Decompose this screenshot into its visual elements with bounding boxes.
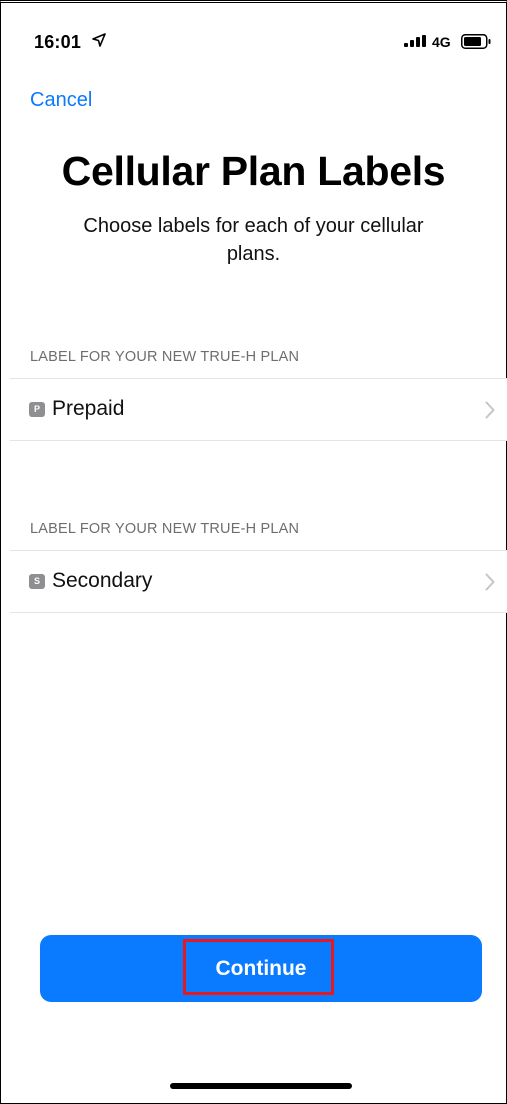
section-header-plan-2: LABEL FOR YOUR NEW TRUE-H PLAN — [30, 521, 300, 537]
network-type: 4G — [432, 34, 451, 50]
continue-button[interactable]: Continue — [40, 935, 482, 1002]
cancel-button[interactable]: Cancel — [30, 89, 92, 112]
continue-label: Continue — [215, 957, 307, 980]
location-icon — [92, 33, 106, 47]
page-title: Cellular Plan Labels — [61, 148, 446, 194]
plan-label-row-prepaid[interactable]: P Prepaid — [10, 378, 507, 441]
plan-label-row-secondary[interactable]: S Secondary — [10, 550, 507, 613]
status-time: 16:01 — [34, 32, 82, 52]
prepaid-badge-icon: P — [29, 402, 45, 417]
chevron-right-icon — [485, 401, 495, 419]
plan-label-value: Secondary — [52, 569, 153, 592]
section-header-plan-1: LABEL FOR YOUR NEW TRUE-H PLAN — [30, 349, 300, 365]
signal-icon — [404, 35, 426, 47]
home-indicator — [170, 1083, 352, 1089]
page-subtitle: Choose labels for each of your cellular … — [83, 215, 424, 265]
secondary-badge-icon: S — [29, 574, 45, 589]
status-bar: 16:01 4G — [0, 28, 507, 60]
plan-label-value: Prepaid — [52, 397, 125, 420]
chevron-right-icon — [485, 573, 495, 591]
battery-icon — [461, 34, 491, 49]
